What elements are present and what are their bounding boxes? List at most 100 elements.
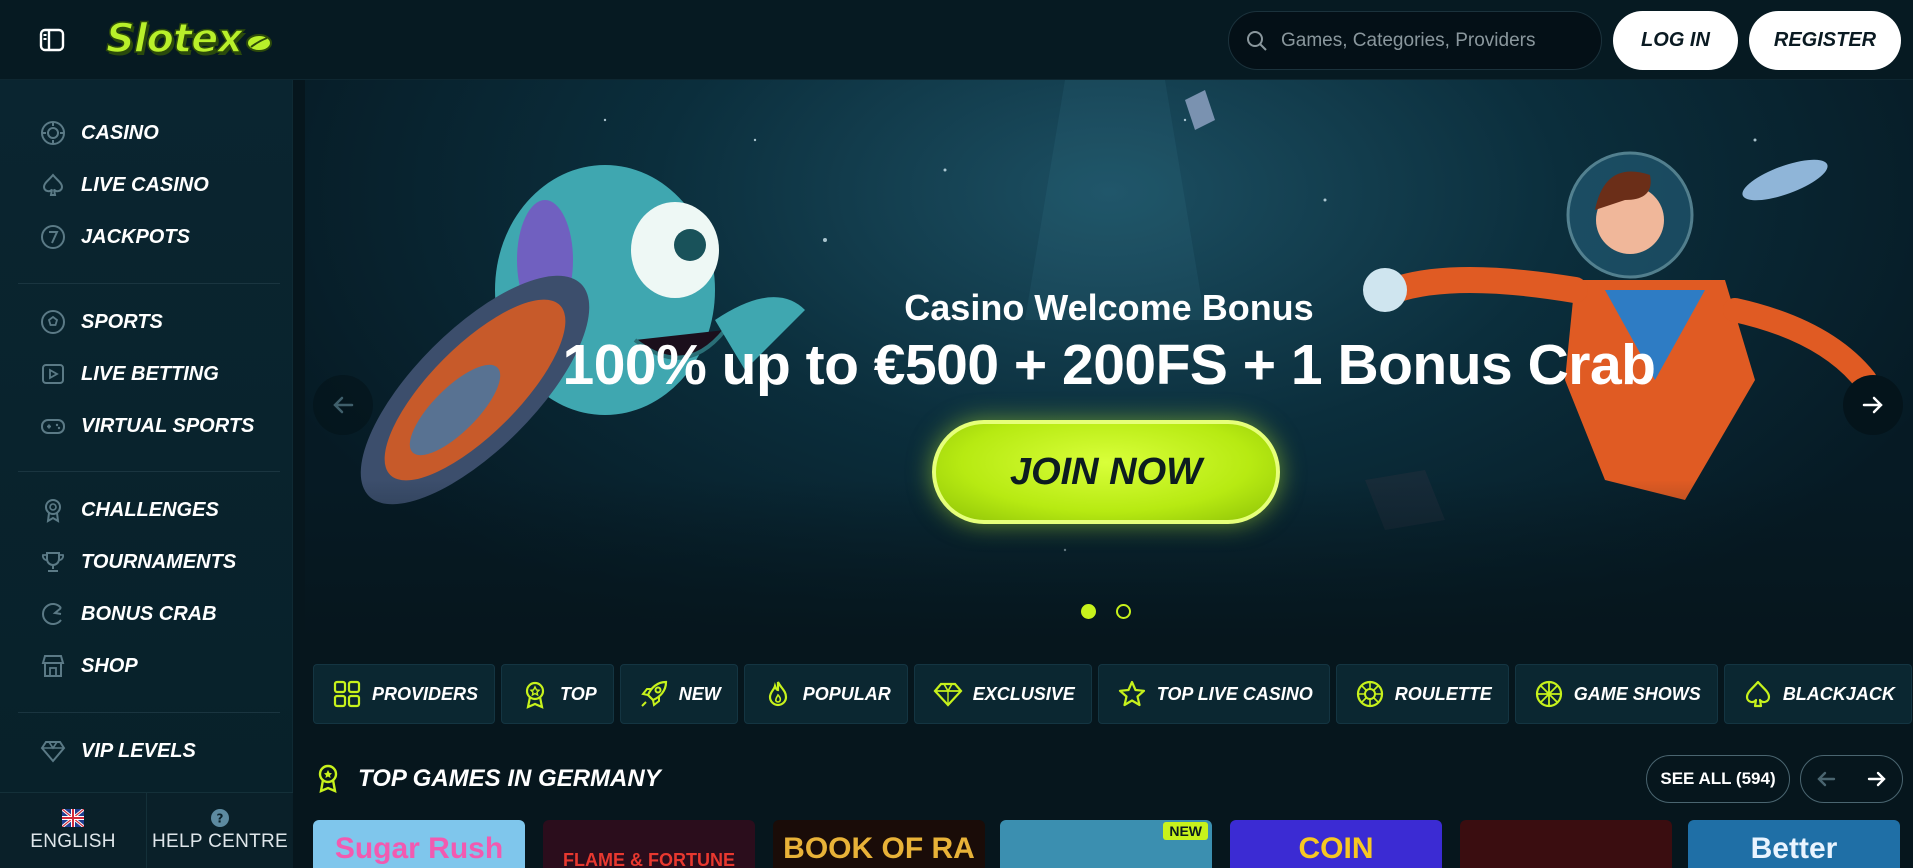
game-tile-title: Sugar Rush xyxy=(334,832,504,865)
sidebar-item-tournaments[interactable]: TOURNAMENTS xyxy=(18,536,280,588)
sidebar-item-label: CHALLENGES xyxy=(81,498,219,521)
hero-banner: Casino Welcome Bonus 100% up to €500 + 2… xyxy=(305,80,1913,640)
arrow-left-icon xyxy=(1817,771,1836,787)
sidebar-item-shop[interactable]: SHOP xyxy=(18,640,280,692)
category-top[interactable]: TOP xyxy=(501,664,614,724)
games-pager xyxy=(1800,755,1903,803)
sidebar-footer: ENGLISH ? HELP CENTRE xyxy=(0,792,293,868)
slide-dot-2[interactable] xyxy=(1116,604,1131,619)
category-popular[interactable]: POPULAR xyxy=(743,664,908,724)
award-icon xyxy=(525,681,545,709)
search-input[interactable] xyxy=(1281,29,1581,52)
category-blackjack[interactable]: BLACKJACK xyxy=(1723,664,1912,724)
category-label: ROULETTE xyxy=(1394,683,1492,704)
roulette-icon xyxy=(1356,680,1383,708)
banner-title: 100% up to €500 + 200FS + 1 Bonus Crab xyxy=(562,333,1656,397)
brand-logo[interactable]: Slotex xyxy=(105,14,273,64)
svg-text:?: ? xyxy=(217,811,224,825)
category-bar: PROVIDERS TOP NEW POPULAR EXCLUSIVE TOP … xyxy=(313,664,1912,724)
game-tile[interactable]: Sugar Rush xyxy=(313,820,525,868)
sidebar-item-sports[interactable]: SPORTS xyxy=(18,296,280,348)
see-all-button[interactable]: SEE ALL (594) xyxy=(1646,755,1790,803)
sidebar-item-virtual-sports[interactable]: VIRTUAL SPORTS xyxy=(18,400,280,452)
language-label: ENGLISH xyxy=(30,830,116,852)
language-selector[interactable]: ENGLISH xyxy=(0,793,146,868)
sidebar-item-label: VIRTUAL SPORTS xyxy=(81,414,255,437)
new-badge: NEW xyxy=(1163,822,1208,840)
uk-flag-icon xyxy=(62,808,84,827)
arrow-right-icon xyxy=(1867,771,1886,787)
category-exclusive[interactable]: EXCLUSIVE xyxy=(913,664,1092,724)
join-now-button[interactable]: JOIN NOW xyxy=(932,420,1280,524)
sidebar-item-label: LIVE CASINO xyxy=(81,173,209,196)
arrow-left-icon xyxy=(333,396,354,414)
wheel-icon xyxy=(1535,680,1562,708)
games-next-button[interactable] xyxy=(1852,756,1903,802)
game-tile[interactable]: BOOK OF RA xyxy=(773,820,985,868)
star-icon xyxy=(1118,680,1145,707)
spade-icon xyxy=(1745,680,1770,708)
sidebar-group-vip: VIP LEVELS xyxy=(18,725,280,777)
diamond-icon xyxy=(40,741,66,763)
sidebar-item-live-betting[interactable]: LIVE BETTING xyxy=(18,348,280,400)
play-icon xyxy=(42,364,64,384)
sidebar-item-label: TOURNAMENTS xyxy=(81,550,237,573)
category-roulette[interactable]: ROULETTE xyxy=(1335,664,1509,724)
sidebar-item-label: LIVE BETTING xyxy=(81,362,219,385)
game-tile[interactable] xyxy=(1460,820,1672,868)
sidebar-item-label: BONUS CRAB xyxy=(81,602,217,625)
game-tile[interactable]: FLAME & FORTUNE xyxy=(543,820,755,868)
soccer-ball-icon xyxy=(41,310,65,334)
sidebar-item-label: JACKPOTS xyxy=(81,225,190,248)
sidebar-item-label: SPORTS xyxy=(81,310,163,333)
search-box[interactable] xyxy=(1228,11,1602,70)
games-prev-button[interactable] xyxy=(1801,756,1852,802)
game-tile[interactable]: NEW xyxy=(1000,820,1212,868)
sidebar-toggle-icon[interactable] xyxy=(38,26,66,54)
gamepad-icon xyxy=(41,419,65,434)
register-button[interactable]: REGISTER xyxy=(1749,11,1901,70)
grid-icon xyxy=(333,680,361,708)
sidebar-item-vip-levels[interactable]: VIP LEVELS xyxy=(18,725,280,777)
sidebar-divider xyxy=(18,471,280,472)
search-icon xyxy=(1247,30,1267,51)
arrow-right-icon xyxy=(1862,396,1883,414)
sidebar-item-bonus-crab[interactable]: BONUS CRAB xyxy=(18,588,280,640)
game-tile-title: BOOK OF RA xyxy=(783,832,975,865)
slide-dot-1[interactable] xyxy=(1081,604,1096,619)
category-providers[interactable]: PROVIDERS xyxy=(313,664,496,724)
rocket-icon xyxy=(640,680,667,707)
category-new[interactable]: NEW xyxy=(619,664,738,724)
help-centre-link[interactable]: ? HELP CENTRE xyxy=(146,793,293,868)
diamond-icon xyxy=(933,682,963,707)
banner-prev-button[interactable] xyxy=(313,375,373,435)
sidebar-item-label: VIP LEVELS xyxy=(81,739,196,762)
shop-icon xyxy=(41,655,65,677)
crab-icon xyxy=(42,603,62,625)
join-now-label: JOIN NOW xyxy=(1009,450,1203,493)
sidebar-item-jackpots[interactable]: JACKPOTS xyxy=(18,211,280,263)
sidebar-group-casino: CASINO LIVE CASINO JACKPOTS xyxy=(18,107,280,263)
sidebar: CASINO LIVE CASINO JACKPOTS SPORTS LIVE … xyxy=(0,80,293,792)
medal-icon xyxy=(45,499,61,523)
category-label: TOP xyxy=(560,683,597,704)
award-icon xyxy=(318,764,338,793)
flame-icon xyxy=(768,681,787,707)
sidebar-divider xyxy=(18,712,280,713)
sidebar-item-live-casino[interactable]: LIVE CASINO xyxy=(18,159,280,211)
sidebar-item-label: CASINO xyxy=(81,121,159,144)
sidebar-group-promos: CHALLENGES TOURNAMENTS BONUS CRAB SHOP xyxy=(18,484,280,692)
sidebar-item-challenges[interactable]: CHALLENGES xyxy=(18,484,280,536)
login-button[interactable]: LOG IN xyxy=(1613,11,1738,70)
logo-leaf-icon xyxy=(246,34,273,52)
sidebar-item-casino[interactable]: CASINO xyxy=(18,107,280,159)
game-tile-title: Better xyxy=(1750,832,1838,865)
banner-next-button[interactable] xyxy=(1843,375,1903,435)
category-top-live-casino[interactable]: TOP LIVE CASINO xyxy=(1097,664,1330,724)
game-tile[interactable]: COIN xyxy=(1230,820,1442,868)
category-game-shows[interactable]: GAME SHOWS xyxy=(1514,664,1718,724)
casino-chip-icon xyxy=(41,121,65,145)
game-tile[interactable]: Better xyxy=(1688,820,1900,868)
game-tile-title: COIN xyxy=(1298,832,1374,865)
help-label: HELP CENTRE xyxy=(152,830,288,852)
